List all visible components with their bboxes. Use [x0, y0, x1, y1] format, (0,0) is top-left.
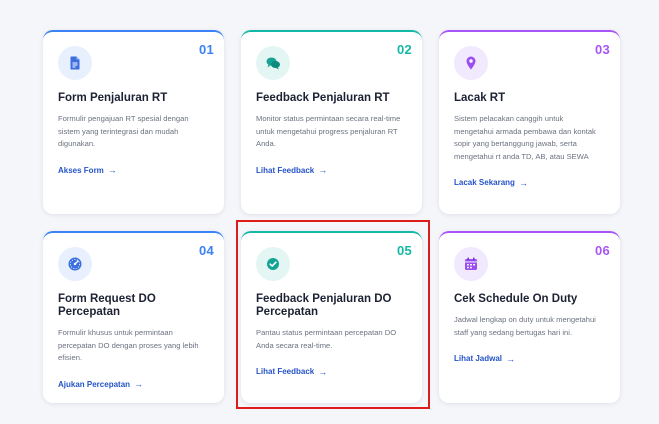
- card-form-penjaluran-rt: 01 Form Penjaluran RT Formulir pengajuan…: [43, 30, 224, 214]
- arrow-right-icon: →: [506, 353, 516, 364]
- check-circle-icon: [256, 247, 290, 281]
- card-number: 05: [396, 243, 412, 258]
- card-feedback-penjaluran-do-percepatan: 05 Feedback Penjaluran DO Percepatan Pan…: [241, 231, 422, 403]
- card-description: Monitor status permintaan secara real-ti…: [256, 114, 401, 148]
- card-number: 04: [198, 243, 214, 258]
- card-title: Feedback Penjaluran RT: [256, 92, 390, 104]
- card-cek-schedule-on-duty: 06 Cek Schedule On Duty Jadwal lengkap o…: [439, 231, 620, 403]
- card-description: Formulir khusus untuk permintaan percepa…: [58, 328, 199, 362]
- arrow-right-icon: →: [518, 177, 528, 188]
- card-form-request-do-percepatan: 04 Form Request DO Percepatan Formulir k…: [43, 231, 224, 403]
- arrow-right-icon: →: [107, 165, 117, 175]
- arrow-right-icon: →: [318, 366, 328, 377]
- card-number: 06: [594, 243, 610, 258]
- location-pin-icon: [454, 46, 488, 80]
- card-title: Cek Schedule On Duty: [454, 293, 578, 305]
- card-description: Formulir pengajuan RT spesial dengan sis…: [58, 114, 189, 148]
- card-lacak-rt: 03 Lacak RT Sistem pelacakan canggih unt…: [439, 30, 620, 214]
- chat-bubbles-icon: [256, 46, 290, 80]
- card-number: 03: [594, 42, 610, 57]
- lihat-jadwal-link[interactable]: Lihat Jadwal →: [454, 354, 515, 364]
- card-description: Sistem pelacakan canggih untuk mengetahu…: [454, 114, 596, 161]
- arrow-right-icon: →: [134, 379, 144, 389]
- card-title: Form Penjaluran RT: [58, 92, 168, 104]
- card-feedback-penjaluran-rt: 02 Feedback Penjaluran RT Monitor status…: [241, 30, 422, 214]
- lacak-sekarang-link[interactable]: Lacak Sekarang →: [454, 178, 528, 188]
- ajukan-percepatan-link[interactable]: Ajukan Percepatan →: [58, 379, 143, 389]
- card-title: Form Request DO Percepatan: [58, 293, 156, 318]
- lihat-feedback-do-link[interactable]: Lihat Feedback →: [256, 367, 327, 377]
- card-number: 02: [396, 42, 412, 57]
- card-number: 01: [198, 42, 214, 57]
- arrow-right-icon: →: [318, 165, 328, 175]
- akses-form-link[interactable]: Akses Form →: [58, 165, 117, 175]
- speedometer-icon: [58, 247, 92, 281]
- card-title: Lacak RT: [454, 92, 506, 104]
- document-icon: [58, 46, 92, 80]
- card-description: Pantau status permintaan percepatan DO A…: [256, 328, 397, 350]
- card-description: Jadwal lengkap on duty untuk mengetahui …: [454, 315, 596, 337]
- calendar-icon: [454, 247, 488, 281]
- lihat-feedback-link[interactable]: Lihat Feedback →: [256, 165, 327, 175]
- card-title: Feedback Penjaluran DO Percepatan: [256, 293, 392, 318]
